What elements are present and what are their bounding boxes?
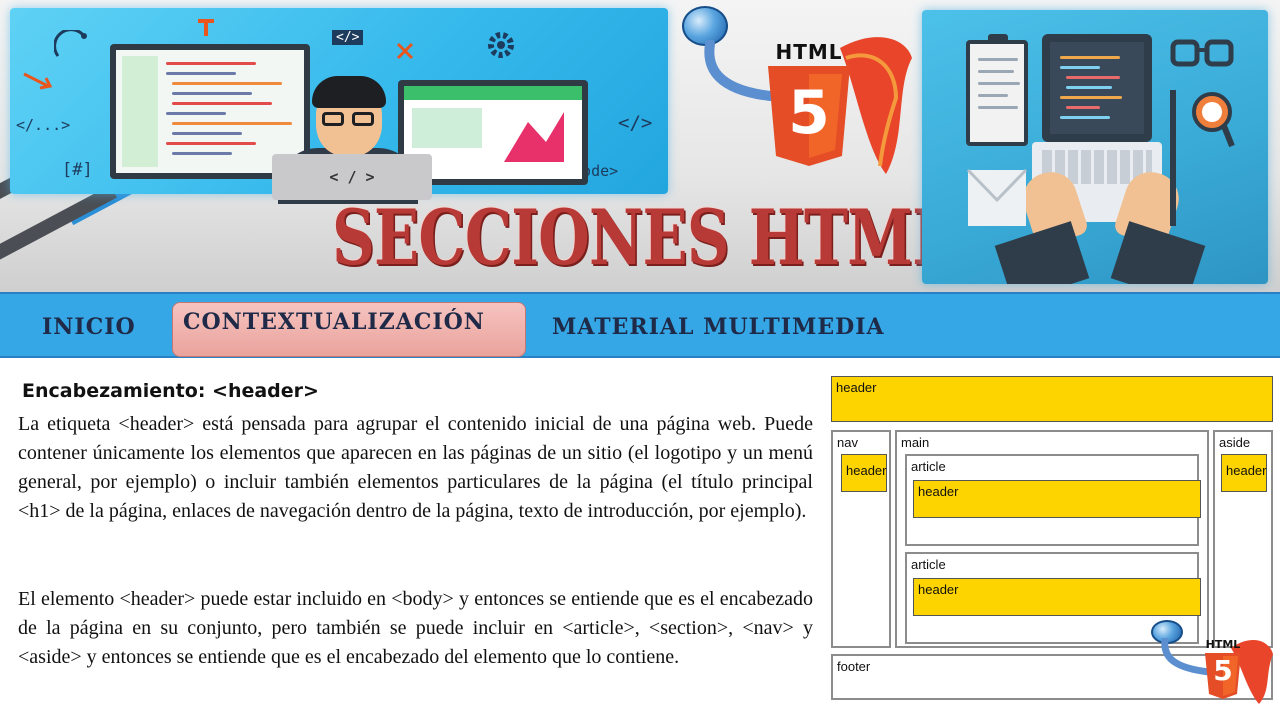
banner-illustration-right [922, 10, 1268, 284]
code-symbol: [#] [62, 160, 93, 180]
text-tool-icon [198, 19, 214, 36]
laptop-illustration [1042, 34, 1152, 142]
glasses-icon [352, 112, 374, 126]
section-title: Encabezamiento: <header> [22, 380, 319, 402]
code-symbol: </> [332, 30, 364, 45]
content-area: Encabezamiento: <header> La etiqueta <he… [0, 358, 1280, 720]
html5-badge-number: 5 [788, 78, 830, 148]
html5-logo: HTML 5 [764, 40, 854, 172]
diagram-label: aside [1219, 435, 1251, 450]
nav-item-material-multimedia[interactable]: MATERIAL MULTIMEDIA [552, 314, 885, 340]
diagram-article-header: header [913, 578, 1201, 616]
magnifier-icon [1192, 92, 1235, 148]
html5-structure-diagram: header nav header main article header ar… [829, 374, 1275, 704]
diagram-article-header: header [913, 480, 1201, 518]
paragraph: La etiqueta <header> está pensada para a… [18, 413, 813, 522]
banner: </...> [#] </> <code> </> < / > HTML 5 S… [0, 0, 1280, 292]
diagram-nav-box: nav header [831, 430, 891, 648]
banner-illustration-left: </...> [#] </> <code> </> < / > [10, 8, 668, 204]
person-hair [312, 76, 386, 108]
diagram-label: nav [837, 435, 858, 450]
diagram-label: article [911, 557, 946, 572]
tools-icon [396, 42, 414, 60]
diagram-article-box: article header [905, 454, 1201, 546]
decor-stripe [0, 185, 117, 264]
sleeve-illustration [1110, 221, 1206, 284]
diagram-main-box: main article header article header [895, 430, 1209, 648]
diagram-aside-box: aside header [1213, 430, 1273, 648]
gear-icon [488, 32, 514, 58]
html5-badge-text: HTML [775, 40, 843, 64]
diagram-header-box: header [831, 376, 1273, 422]
diagram-label: article [911, 459, 946, 474]
page-banner-title: SECCIONES HTML5 [332, 193, 994, 282]
nav-item-contextualizacion[interactable]: CONTEXTUALIZACIÓN [172, 302, 526, 357]
paragraph: El elemento <header> puede estar incluid… [18, 588, 813, 668]
html5-badge-number: 5 [1213, 654, 1233, 687]
arc-icon [54, 30, 87, 57]
pencil-icon [1170, 90, 1176, 226]
code-symbol: </> [618, 112, 653, 134]
glasses-icon [1170, 39, 1234, 67]
nav-item-label: CONTEXTUALIZACIÓN [183, 309, 485, 335]
envelope-icon [966, 168, 1028, 226]
glasses-icon [322, 112, 344, 126]
clipboard-icon [966, 34, 1028, 146]
diagram-aside-header: header [1221, 454, 1267, 492]
diagram-label: main [901, 435, 930, 450]
diagram-nav-header: header [841, 454, 887, 492]
arrow-icon [23, 72, 53, 90]
main-nav: INICIO CONTEXTUALIZACIÓN MATERIAL MULTIM… [0, 292, 1280, 358]
code-symbol: </...> [16, 116, 71, 134]
nav-item-inicio[interactable]: INICIO [42, 314, 136, 340]
html5-badge-text: HTML [1205, 638, 1241, 651]
